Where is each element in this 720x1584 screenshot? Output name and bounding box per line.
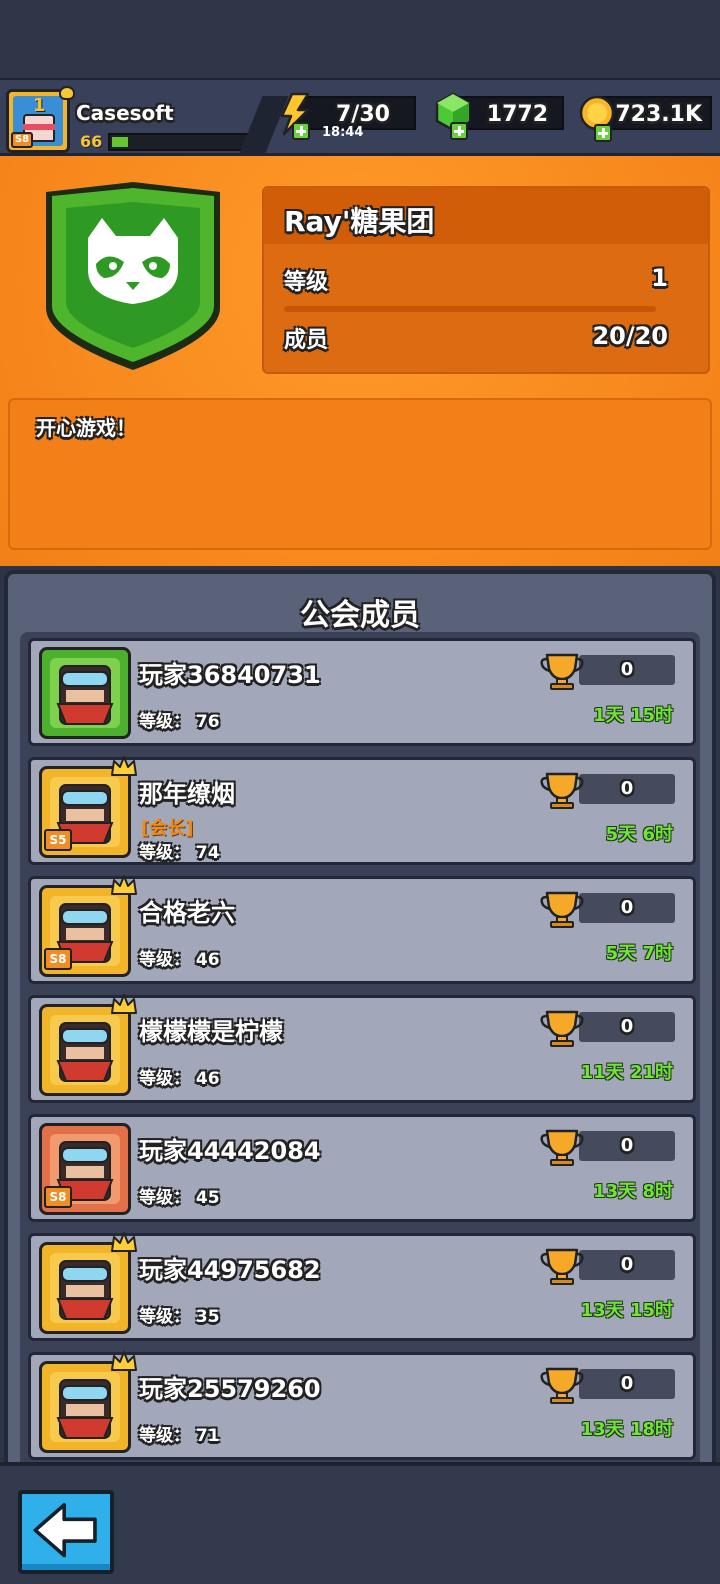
guild-level-label: 等级 — [284, 270, 329, 295]
member-last-online: 13天 18时 — [580, 1419, 673, 1440]
member-card[interactable]: S8 玩家44442084 等级： 45 0 13天 8时 — [28, 1114, 696, 1222]
trophy-icon — [539, 1127, 585, 1167]
guild-level-value: 1 — [651, 264, 668, 292]
member-name: 玩家44975682 — [139, 1256, 321, 1284]
coin-value: 723.1K — [615, 102, 702, 127]
guild-members-label: 成员 — [284, 328, 329, 353]
member-avatar[interactable]: S8 — [39, 875, 137, 977]
guild-name: Ray'糖果团 — [284, 205, 435, 238]
member-avatar[interactable] — [39, 647, 131, 739]
member-card[interactable]: 玩家44975682 等级： 35 0 13天 15时 — [28, 1232, 696, 1341]
member-last-online: 5天 6时 — [605, 824, 673, 845]
trophy-icon — [539, 1365, 585, 1405]
guild-info-divider — [284, 306, 656, 312]
member-card[interactable]: 玩家25579260 等级： 71 0 13天 18时 — [28, 1351, 696, 1460]
member-trophy-count: 0 — [579, 774, 675, 804]
player-season-badge: S8 — [11, 132, 33, 148]
member-season-badge: S5 — [44, 829, 72, 851]
player-level: 66 — [80, 132, 103, 151]
member-trophy-count: 0 — [579, 1250, 675, 1280]
member-trophy-count: 0 — [579, 1131, 675, 1161]
member-name: 那年缭烟 — [139, 780, 235, 808]
member-card[interactable]: 檬檬檬是柠檬等级： 46 0 11天 21时 — [28, 994, 696, 1103]
member-name: 檬檬檬是柠檬 — [139, 1018, 283, 1046]
trophy-icon — [539, 889, 585, 929]
member-level: 等级： 71 — [139, 1426, 220, 1446]
crown-icon — [110, 755, 138, 779]
character-portrait-icon — [50, 1372, 120, 1442]
member-level: 等级： 45 — [139, 1188, 220, 1208]
crown-icon — [110, 1231, 138, 1255]
member-trophy-count: 0 — [579, 1012, 675, 1042]
member-last-online: 5天 7时 — [605, 943, 673, 964]
member-card[interactable]: S8 合格老六等级： 46 0 5天 7时 — [28, 875, 696, 984]
members-title: 公会成员 — [300, 598, 420, 633]
xp-bar-fill — [112, 137, 128, 147]
player-name: Casesoft — [76, 101, 174, 125]
member-last-online: 13天 15时 — [580, 1300, 673, 1321]
trophy-icon — [539, 1246, 585, 1286]
member-level: 等级： 35 — [139, 1307, 220, 1327]
status-bar-area — [0, 0, 720, 80]
member-season-badge: S8 — [44, 948, 72, 970]
member-level: 等级： 46 — [139, 950, 220, 970]
member-name: 合格老六 — [139, 899, 235, 927]
add-coins-button[interactable] — [594, 124, 612, 142]
energy-value: 7/30 — [336, 102, 390, 127]
xp-bar — [108, 133, 252, 151]
member-season-badge: S8 — [44, 1186, 72, 1208]
top-header: 1 S8 Casesoft 66 7/30 18:44 1772 723.1K — [0, 78, 720, 158]
member-level: 等级： 74 — [139, 843, 220, 863]
energy-timer: 18:44 — [322, 125, 364, 140]
member-name: 玩家44442084 — [139, 1137, 321, 1165]
member-avatar[interactable]: S5 — [39, 756, 137, 858]
member-card[interactable]: 玩家36840731 等级： 76 0 1天 15时 — [28, 638, 696, 746]
member-level: 等级： 46 — [139, 1069, 220, 1089]
back-button[interactable] — [18, 1490, 114, 1574]
member-trophy-count: 0 — [579, 1369, 675, 1399]
crown-icon — [110, 1350, 138, 1374]
member-last-online: 11天 21时 — [580, 1062, 673, 1083]
pet-bird-icon — [59, 86, 75, 100]
raccoon-shield-icon — [46, 182, 220, 370]
guild-motto: 开心游戏！ — [36, 416, 136, 440]
gem-value: 1772 — [486, 102, 548, 127]
member-role: [会长] — [141, 818, 194, 839]
crown-icon — [110, 993, 138, 1017]
guild-members-panel: 公会成员 玩家36840731 等级： 76 0 1天 15时 S5 那年缭烟 [会长] 等级… — [4, 570, 716, 1472]
member-last-online: 13天 8时 — [593, 1181, 673, 1202]
character-portrait-icon — [50, 1253, 120, 1323]
guild-motto-box: 开心游戏！ — [8, 398, 712, 550]
member-last-online: 1天 15时 — [593, 705, 673, 726]
player-avatar[interactable]: 1 S8 — [6, 86, 75, 153]
member-avatar[interactable] — [39, 1232, 137, 1334]
member-avatar[interactable] — [39, 994, 137, 1096]
trophy-icon — [539, 770, 585, 810]
trophy-icon — [539, 651, 585, 691]
add-gems-button[interactable] — [450, 122, 468, 140]
guild-members-value: 20/20 — [592, 322, 668, 350]
crown-icon — [110, 874, 138, 898]
member-level: 等级： 76 — [139, 712, 220, 732]
trophy-icon — [539, 1008, 585, 1048]
member-avatar[interactable] — [39, 1351, 137, 1453]
member-name: 玩家36840731 — [139, 661, 321, 689]
members-list[interactable]: 玩家36840731 等级： 76 0 1天 15时 S5 那年缭烟 [会长] 等级： 74 0… — [20, 632, 700, 1472]
member-trophy-count: 0 — [579, 893, 675, 923]
add-energy-button[interactable] — [292, 122, 310, 140]
character-portrait-icon — [50, 658, 120, 728]
member-name: 玩家25579260 — [139, 1375, 321, 1403]
character-portrait-icon — [50, 1015, 120, 1085]
back-arrow-icon — [33, 1503, 97, 1558]
member-trophy-count: 0 — [579, 655, 675, 685]
member-card[interactable]: S5 那年缭烟 [会长] 等级： 74 0 5天 6时 — [28, 756, 696, 865]
guild-info-panel: Ray'糖果团 等级 1 成员 20/20 — [262, 186, 710, 374]
member-avatar[interactable]: S8 — [39, 1123, 131, 1215]
